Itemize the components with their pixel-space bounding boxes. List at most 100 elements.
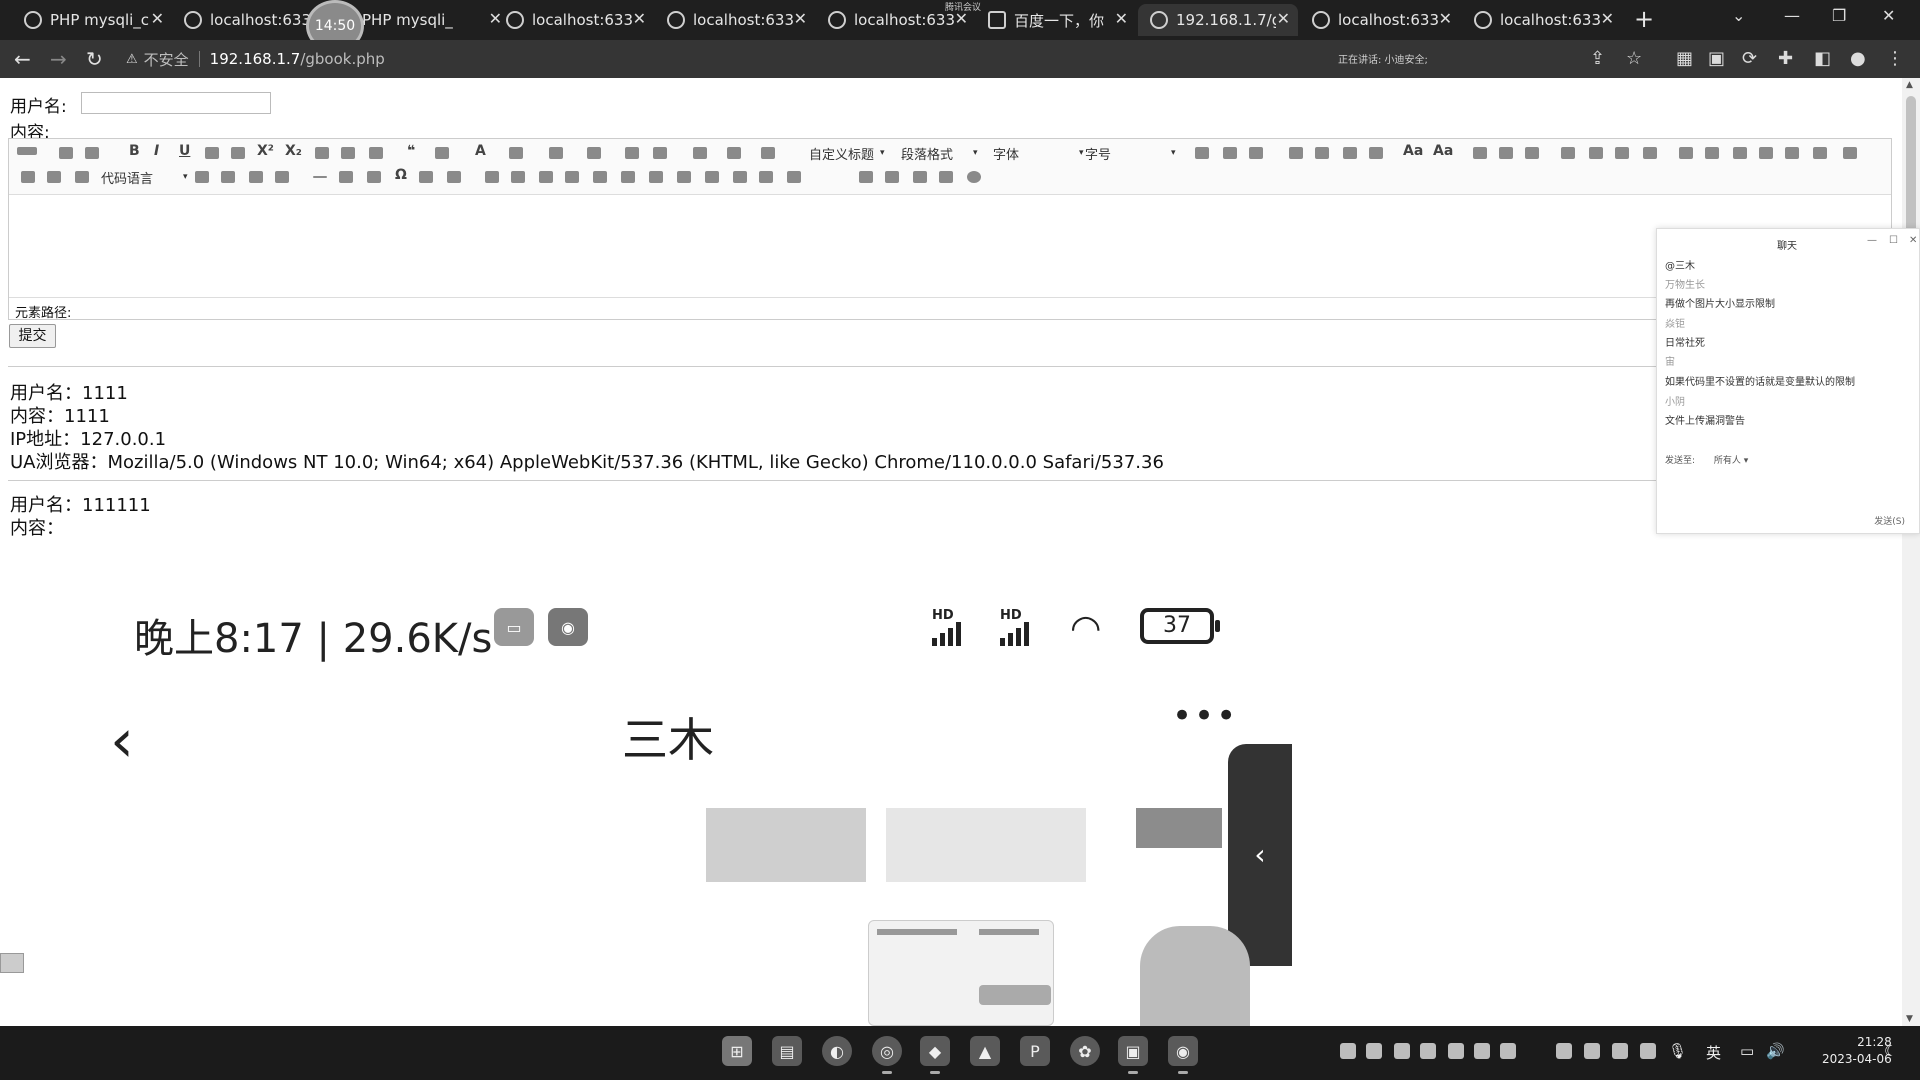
submit-button[interactable]: 提交	[9, 324, 56, 348]
unlink-icon[interactable]	[1499, 147, 1513, 159]
tray-app-icon[interactable]	[1340, 1043, 1356, 1059]
merge-down-icon[interactable]	[733, 171, 747, 183]
image-none-icon[interactable]	[1561, 147, 1575, 159]
chrome-icon[interactable]: ◎	[872, 1036, 902, 1074]
tray-app-icon[interactable]	[1474, 1043, 1490, 1059]
ordered-list-icon[interactable]	[549, 147, 563, 159]
merge-cells-icon[interactable]	[677, 171, 691, 183]
restore-button[interactable]: ❐	[1832, 6, 1846, 25]
map-icon[interactable]	[21, 171, 35, 183]
close-icon[interactable]: ✕	[1115, 9, 1128, 28]
unordered-list-icon[interactable]	[587, 147, 601, 159]
emotion-icon[interactable]	[1733, 147, 1747, 159]
date-icon[interactable]	[339, 171, 353, 183]
minimize-button[interactable]: —	[1784, 6, 1800, 25]
close-icon[interactable]: ✕	[1601, 9, 1614, 28]
rtl-icon[interactable]	[1223, 147, 1237, 159]
to-uppercase-icon[interactable]: Aa	[1403, 143, 1423, 159]
start-icon[interactable]: ⊞	[722, 1036, 752, 1066]
tab[interactable]: localhost:633 ✕	[494, 4, 654, 36]
send-to-select[interactable]: 所有人	[1714, 456, 1741, 466]
horizontal-rule-icon[interactable]	[313, 176, 327, 178]
align-center-icon[interactable]	[1315, 147, 1329, 159]
insert-row-icon[interactable]	[565, 171, 579, 183]
tab-active[interactable]: 192.168.1.7/g ✕	[1138, 4, 1298, 36]
close-icon[interactable]: ✕	[1439, 9, 1452, 28]
indent-icon[interactable]	[1249, 147, 1263, 159]
app-icon[interactable]: ◆	[920, 1036, 950, 1074]
superscript-icon[interactable]: X²	[257, 143, 274, 159]
sync-icon[interactable]: ⟳	[1742, 48, 1757, 69]
close-icon[interactable]: ✕	[1909, 235, 1917, 246]
music-icon[interactable]	[1813, 147, 1827, 159]
anchor-icon[interactable]	[1525, 147, 1539, 159]
merge-right-icon[interactable]	[705, 171, 719, 183]
align-right-icon[interactable]	[1343, 147, 1357, 159]
insert-table-icon[interactable]	[485, 171, 499, 183]
undo-icon[interactable]	[59, 147, 73, 159]
highlight-color-icon[interactable]	[509, 147, 523, 159]
volume-icon[interactable]: 🔊	[1766, 1042, 1785, 1060]
eraser-icon[interactable]	[315, 147, 329, 159]
search-replace-icon[interactable]	[447, 171, 461, 183]
close-icon[interactable]: ✕	[151, 9, 164, 28]
app-icon[interactable]: ✿	[1070, 1036, 1100, 1066]
delete-col-icon[interactable]	[649, 171, 663, 183]
underline-icon[interactable]: U	[179, 143, 190, 159]
tray-app-icon[interactable]	[1612, 1043, 1628, 1059]
clock[interactable]: 21:28 2023-04-06	[1822, 1034, 1892, 1068]
font-family-select[interactable]: 字体 ▾	[993, 143, 1084, 163]
image-left-icon[interactable]	[1589, 147, 1603, 159]
editor-content-area[interactable]	[9, 196, 1891, 296]
simple-upload-icon[interactable]	[1679, 147, 1693, 159]
code-language-select[interactable]: 代码语言 ▾	[101, 167, 188, 187]
photos-icon[interactable]: ▲	[970, 1036, 1000, 1066]
time-icon[interactable]	[367, 171, 381, 183]
delete-table-icon[interactable]	[511, 171, 525, 183]
help-icon[interactable]	[967, 171, 981, 183]
redo-icon[interactable]	[85, 147, 99, 159]
input-method-label[interactable]: 英	[1706, 1042, 1721, 1063]
translate-icon[interactable]: ▣	[1708, 48, 1725, 69]
strikethrough-icon[interactable]	[231, 147, 245, 159]
app-icon[interactable]: ◉	[1168, 1036, 1198, 1074]
tray-app-icon[interactable]	[1448, 1043, 1464, 1059]
forward-arrow-icon[interactable]: →	[50, 47, 67, 71]
tray-app-icon[interactable]	[1556, 1043, 1572, 1059]
align-justify-icon[interactable]	[1369, 147, 1383, 159]
clear-doc-icon[interactable]	[653, 147, 667, 159]
shield-icon[interactable]	[1394, 1043, 1410, 1059]
bookmark-star-icon[interactable]: ☆	[1626, 48, 1642, 69]
tab[interactable]: PHP mysqli_ ✕	[350, 4, 510, 36]
share-icon[interactable]: ⇪	[1590, 48, 1605, 69]
menu-icon[interactable]: ⋮	[1886, 48, 1904, 69]
font-border-icon[interactable]	[205, 147, 219, 159]
scrawl-icon[interactable]	[275, 171, 289, 183]
tray-app-icon[interactable]	[1584, 1043, 1600, 1059]
wordimage-icon[interactable]	[419, 171, 433, 183]
font-size-select[interactable]: 字号 ▾	[1085, 143, 1176, 163]
ltr-icon[interactable]	[1195, 147, 1209, 159]
new-tab-button[interactable]: +	[1634, 5, 1654, 33]
image-center-icon[interactable]	[1643, 147, 1657, 159]
bold-icon[interactable]: B	[129, 143, 140, 159]
file-explorer-icon[interactable]: ▤	[772, 1036, 802, 1066]
username-input[interactable]	[81, 92, 271, 114]
microphone-icon[interactable]: 🎙	[1668, 1042, 1687, 1060]
paste-plain-icon[interactable]	[435, 147, 449, 159]
powerpoint-icon[interactable]: P	[1020, 1036, 1050, 1066]
paragraph-format-select[interactable]: 段落格式 ▾	[901, 143, 978, 163]
scroll-down-icon[interactable]: ▼	[1906, 1014, 1913, 1024]
link-icon[interactable]	[1473, 147, 1487, 159]
close-icon[interactable]: ✕	[1277, 9, 1290, 28]
back-arrow-icon[interactable]: ←	[14, 47, 31, 71]
tab[interactable]: PHP mysqli_c ✕	[12, 4, 172, 36]
font-color-icon[interactable]: A	[475, 143, 486, 159]
close-icon[interactable]: ✕	[794, 9, 807, 28]
special-char-icon[interactable]: Ω	[395, 167, 407, 183]
side-panel-icon[interactable]: ◧	[1814, 48, 1831, 69]
tray-app-icon[interactable]	[1500, 1043, 1516, 1059]
tray-app-icon[interactable]	[1366, 1043, 1382, 1059]
background-icon[interactable]	[221, 171, 235, 183]
close-icon[interactable]: ✕	[633, 9, 646, 28]
